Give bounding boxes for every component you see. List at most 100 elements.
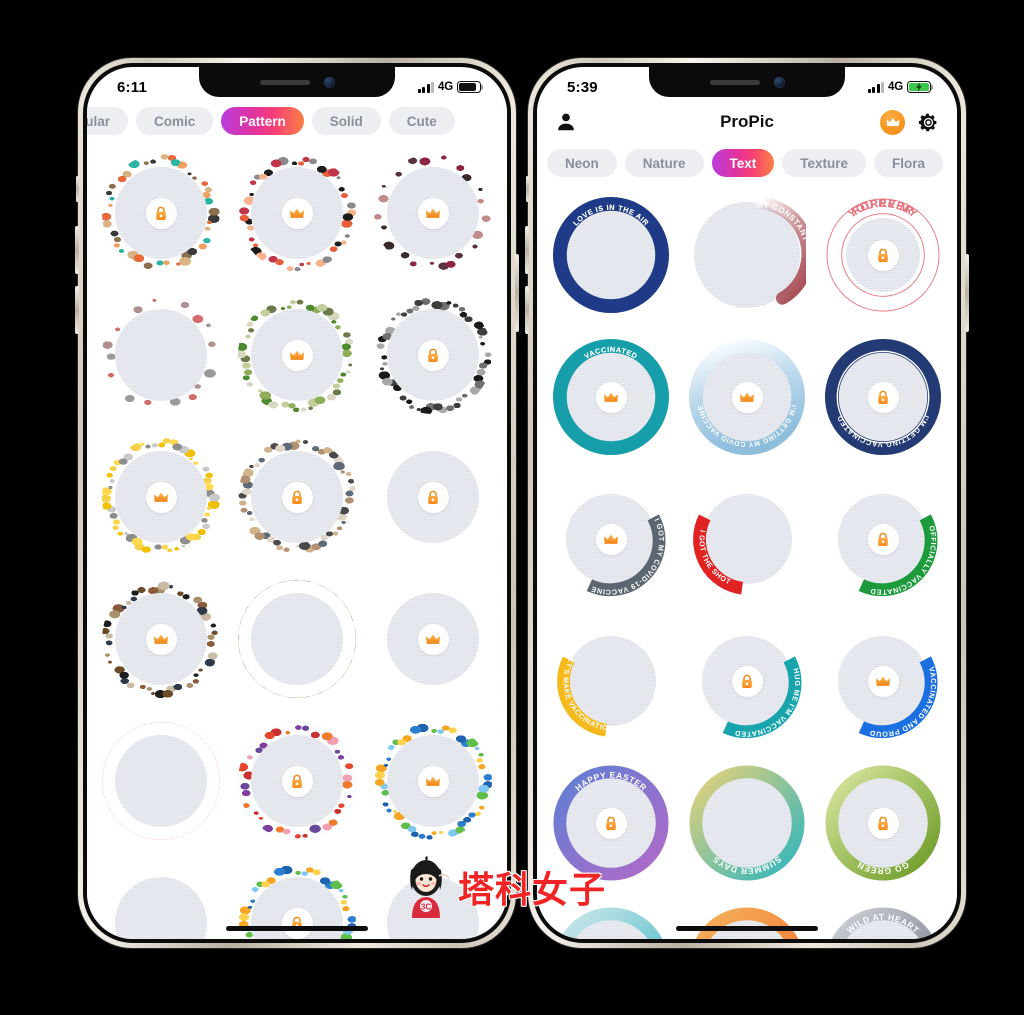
sticker-cell[interactable] [367,431,499,563]
sticker-grid-left[interactable] [87,141,507,939]
sticker-cell[interactable]: I'M GETTING MY COVID VACCINE [681,331,813,463]
tab-cute[interactable]: Cute [388,107,455,135]
text-ring-wild-at-heart: WILD AT HEART [824,906,942,939]
sticker-cell[interactable] [367,289,499,421]
sticker-teal-swirl[interactable] [374,864,492,939]
sticker-mauve-speckle[interactable] [374,154,492,272]
home-indicator-right[interactable] [676,926,818,931]
sticker-cell[interactable] [231,431,363,563]
silent-switch-right[interactable] [526,176,529,202]
sticker-gold-confetti[interactable] [102,438,220,556]
sticker-lets-make-vaccination[interactable]: LET'S MAKE VACCINATION [552,622,670,740]
sticker-cell[interactable]: SUMMER DAYS [681,757,813,889]
sticker-plaid-weave[interactable] [238,580,356,698]
sticker-cell[interactable]: HUG ME I'M VACCINATED [681,615,813,747]
tab-solid[interactable]: Solid [311,107,381,135]
sticker-cell[interactable]: VACCINATED AND PROUD [817,615,949,747]
sticker-i-got-my-covid-19-vaccine[interactable]: I GOT MY COVID-19 VACCINE [552,480,670,598]
sticker-star-sparkle[interactable] [374,722,492,840]
sticker-cell[interactable]: WILD AT HEART [817,899,949,939]
tab-pattern[interactable]: Pattern [221,107,304,135]
sticker-hug-me-im-vaccinated[interactable]: HUG ME I'M VACCINATED [688,622,806,740]
sticker-cell[interactable] [231,147,363,279]
sticker-doodle-specks[interactable] [238,438,356,556]
volume-up-button-right[interactable] [525,226,529,274]
tab-pular[interactable]: pular [87,107,129,135]
sticker-vaccinated[interactable]: VACCINATED VACCINATED [552,338,670,456]
tab-text[interactable]: Text [711,149,775,177]
sticker-cell[interactable] [367,147,499,279]
sticker-love-is-in-the-air[interactable]: LOVE IS IN THE AIR LOVE IS IN THE AIR [552,196,670,314]
premium-crown-button[interactable] [880,109,905,135]
sticker-cell[interactable] [231,289,363,421]
sticker-grid-right[interactable]: LOVE IS IN THE AIR LOVE IS IN THE AIR MY C… [537,183,957,939]
sticker-sage-terrazzo[interactable] [238,296,356,414]
sticker-forever-orange[interactable]: FOREVER [688,906,806,939]
sticker-cell[interactable] [95,857,227,939]
sticker-cream-terrazzo[interactable] [102,154,220,272]
sticker-wild-at-heart[interactable]: WILD AT HEART [824,906,942,939]
volume-up-button-left[interactable] [75,226,79,274]
volume-down-button-right[interactable] [525,286,529,334]
tab-neon[interactable]: Neon [547,149,617,177]
sticker-cell[interactable]: MY CONSTANT [681,189,813,321]
tab-flora[interactable]: Flora [874,149,944,177]
sticker-photo-placeholder [251,593,343,685]
sticker-happy-easter[interactable]: HAPPY EASTER [552,764,670,882]
sticker-cell[interactable] [95,431,227,563]
sticker-cell[interactable] [367,715,499,847]
sticker-go-green[interactable]: GO GREEN [824,764,942,882]
tab-nature[interactable]: Nature [624,149,704,177]
sticker-summer-days[interactable]: SUMMER DAYS [688,764,806,882]
category-tab-strip-right[interactable]: Neon Nature Text Texture Flora [537,143,957,183]
sticker-cell[interactable] [95,289,227,421]
sticker-cell[interactable]: YOU'RE MY FOREVER [817,189,949,321]
sticker-cell[interactable] [231,573,363,705]
sticker-fruit-pattern[interactable] [238,722,356,840]
sticker-youre-my-forever[interactable]: YOU'RE MY FOREVER [824,196,942,314]
sticker-i-got-the-shot[interactable]: I GOT THE SHOT [688,480,806,598]
sticker-cell[interactable]: I'M GETTING VACCINATED [817,331,949,463]
tab-texture[interactable]: Texture [782,149,867,177]
sticker-cell[interactable]: LOVE IS IN THE AIR LOVE IS IN THE AIR [545,189,677,321]
sticker-cell[interactable] [545,899,677,939]
sticker-stripe-brush[interactable] [374,580,492,698]
home-indicator-left[interactable] [226,926,368,931]
gear-icon[interactable] [918,112,939,133]
sticker-cell[interactable] [95,147,227,279]
sticker-cell[interactable]: I GOT THE SHOT [681,473,813,605]
sticker-partial-bottom-left[interactable] [552,906,670,939]
sticker-cell[interactable] [367,573,499,705]
sticker-im-getting-vaccinated[interactable]: I'M GETTING VACCINATED [824,338,942,456]
sticker-im-getting-my-covid-vaccine[interactable]: I'M GETTING MY COVID VACCINE [688,338,806,456]
sticker-cell[interactable]: VACCINATED VACCINATED [545,331,677,463]
sticker-blue-knit[interactable] [374,438,492,556]
power-button-right[interactable] [965,254,969,332]
sticker-cell[interactable] [231,715,363,847]
sticker-pale-speckle[interactable] [102,296,220,414]
sticker-my-constant[interactable]: MY CONSTANT [688,196,806,314]
sticker-cell[interactable]: OFFICIALLY VACCINATED [817,473,949,605]
sticker-cell[interactable]: LET'S MAKE VACCINATION [545,615,677,747]
sticker-cell[interactable] [95,715,227,847]
sticker-cell[interactable]: HAPPY EASTER [545,757,677,889]
lock-icon [417,339,449,371]
volume-down-button-left[interactable] [75,286,79,334]
sticker-blush-terrazzo[interactable] [238,154,356,272]
category-tab-strip-left[interactable]: pularComicPatternSolidCute [87,101,507,141]
sticker-vaccinated-and-proud[interactable]: VACCINATED AND PROUD [824,622,942,740]
sticker-charcoal-fleck[interactable] [374,296,492,414]
sticker-earth-terrazzo[interactable] [102,580,220,698]
silent-switch-left[interactable] [76,176,79,202]
sticker-rainbow-scale[interactable] [102,864,220,939]
sticker-cell[interactable] [95,573,227,705]
sticker-pink-lace[interactable] [102,722,220,840]
sticker-cell[interactable]: GO GREEN [817,757,949,889]
tab-comic[interactable]: Comic [136,107,214,135]
sticker-cell[interactable]: FOREVER [681,899,813,939]
person-icon[interactable] [555,111,577,133]
sticker-cell[interactable] [367,857,499,939]
sticker-officially-vaccinated[interactable]: OFFICIALLY VACCINATED [824,480,942,598]
sticker-cell[interactable]: I GOT MY COVID-19 VACCINE [545,473,677,605]
power-button-left[interactable] [515,254,519,332]
